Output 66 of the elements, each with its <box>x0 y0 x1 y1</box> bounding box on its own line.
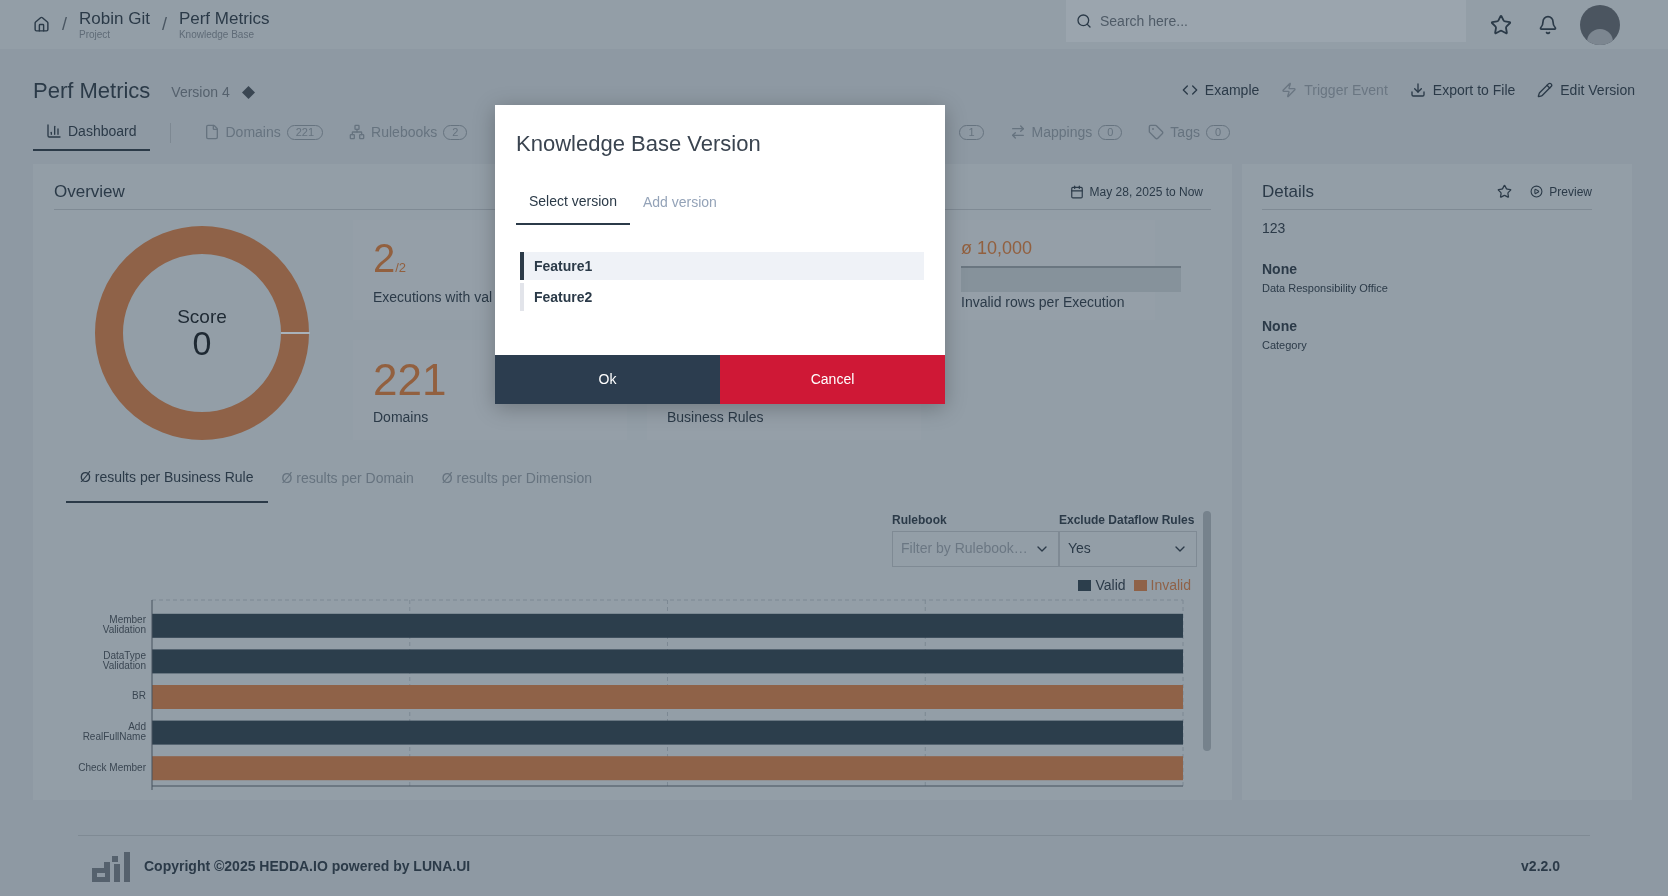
ok-button[interactable]: Ok <box>495 355 720 404</box>
lightning-icon <box>1281 82 1298 98</box>
axis-label: BR <box>131 691 146 702</box>
breadcrumb-separator: / <box>161 13 167 36</box>
file-icon <box>203 124 220 140</box>
chart-tab[interactable]: Ø results per Business Rule <box>66 462 268 503</box>
detail-id: 123 <box>1262 218 1287 238</box>
axis-label: DataType Validation <box>101 650 146 671</box>
stat-total: /2 <box>395 260 407 277</box>
action-button[interactable]: Edit Version <box>1537 79 1635 101</box>
filter-label: Exclude Dataflow Rules <box>1059 511 1196 529</box>
bar-chart-icon <box>46 123 62 139</box>
stat-value: ø 10,000 <box>961 237 1034 258</box>
app-version: v2.2.0 <box>1521 857 1560 876</box>
tag-icon <box>1148 124 1165 140</box>
panel-title: Overview <box>54 181 125 203</box>
stat-label: Executions with val <box>373 287 493 307</box>
copyright-text: Copyright ©2025 HEDDA.IO powered by LUNA.UI <box>144 857 471 876</box>
search-field[interactable]: Search here... <box>1066 0 1466 42</box>
legend-label: Valid <box>1095 575 1126 595</box>
breadcrumb-separator: / <box>62 13 67 36</box>
code-icon <box>1181 82 1198 98</box>
dialog-title: Knowledge Base Version <box>516 130 762 158</box>
filter-select[interactable]: Yes <box>1059 530 1197 567</box>
detail-value: None <box>1262 317 1298 336</box>
calendar-icon <box>1069 184 1084 199</box>
axis-label: Add RealFullName <box>81 722 146 743</box>
star-icon[interactable] <box>1490 13 1512 36</box>
avatar[interactable] <box>1580 4 1620 45</box>
score-value: 0 <box>192 326 212 359</box>
play-icon <box>1530 185 1544 199</box>
stat-value: 2 <box>373 237 396 278</box>
panel-title: Details <box>1262 181 1314 203</box>
swap-icon <box>1009 124 1026 140</box>
detail-label: Category <box>1262 338 1308 353</box>
dialog-tab[interactable]: Add version <box>629 180 730 225</box>
date-range: May 28, 2025 to Now <box>1089 183 1203 201</box>
search-icon <box>1076 13 1092 29</box>
action-button[interactable]: Example <box>1181 79 1260 101</box>
version-label: Version 4 <box>171 82 230 102</box>
action-button[interactable]: Export to File <box>1409 79 1516 101</box>
legend-label: Invalid <box>1150 575 1191 595</box>
axis-label: Member Validation <box>101 615 146 636</box>
scrollbar[interactable] <box>1203 510 1211 751</box>
notification-icon[interactable] <box>1538 14 1558 35</box>
home-icon[interactable] <box>33 16 50 33</box>
version-option[interactable]: Feature2 <box>520 283 924 311</box>
version-option[interactable]: Feature1 <box>520 252 924 280</box>
preview-button[interactable]: Preview <box>1530 182 1592 201</box>
detail-value: None <box>1262 259 1298 279</box>
stat-label: Business Rules <box>667 408 764 427</box>
star-icon[interactable] <box>1497 184 1513 200</box>
page-title: Perf Metrics <box>33 76 151 105</box>
stat-label: Invalid rows per Execution <box>961 292 1125 312</box>
download-icon <box>1409 82 1426 98</box>
axis-label: Check Member <box>77 762 146 773</box>
tab[interactable]: Dashboard <box>33 121 150 151</box>
hierarchy-icon <box>349 124 366 140</box>
dialog-tab[interactable]: Select version <box>516 180 630 225</box>
stat-label: Domains <box>373 408 429 427</box>
pencil-icon <box>1537 82 1554 98</box>
diamond-icon[interactable] <box>241 85 255 99</box>
detail-label: Data Responsibility Office <box>1262 280 1389 296</box>
score-label: Score <box>177 306 227 327</box>
cancel-button[interactable]: Cancel <box>720 355 945 404</box>
filter-label: Rulebook <box>892 511 948 529</box>
